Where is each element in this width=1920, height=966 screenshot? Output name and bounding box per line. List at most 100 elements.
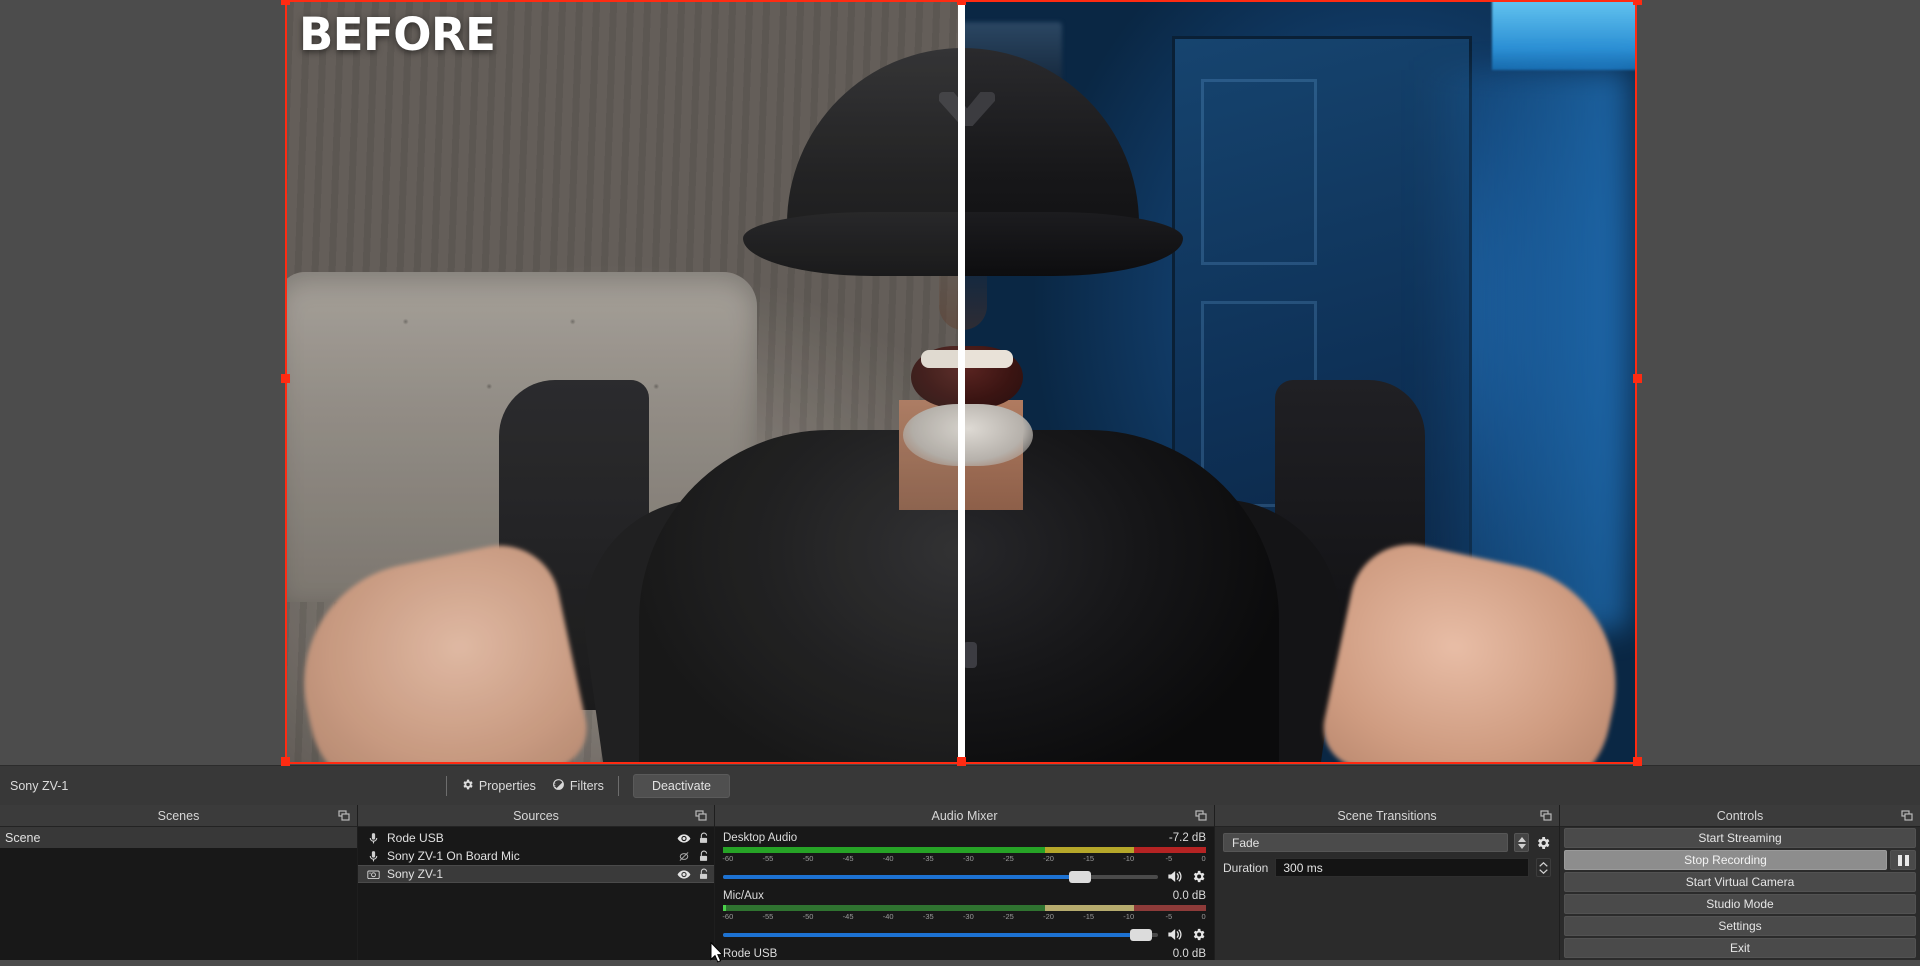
settings-button[interactable]: Settings: [1564, 916, 1916, 936]
exit-button[interactable]: Exit: [1564, 938, 1916, 958]
sources-dock-title: Sources: [358, 805, 714, 827]
mixer-channel-header: Desktop Audio -7.2 dB: [723, 832, 1206, 844]
transition-type-select[interactable]: Fade: [1223, 833, 1508, 852]
hand-left: [287, 534, 594, 762]
resize-handle-top-left[interactable]: [281, 0, 290, 5]
scenes-dock: Scenes Scene: [0, 805, 358, 960]
scene-transitions-body: Fade Duration 300 ms: [1215, 827, 1559, 960]
scenes-list[interactable]: Scene: [0, 827, 357, 960]
meter-tick: -25: [1003, 912, 1014, 921]
transition-stepper[interactable]: [1514, 833, 1529, 852]
unlock-icon[interactable]: [698, 850, 710, 863]
studio-mode-button[interactable]: Studio Mode: [1564, 894, 1916, 914]
volume-meter: [723, 905, 1206, 911]
baseball-cap: [743, 48, 961, 276]
before-after-split-line: [958, 0, 965, 762]
preview-area[interactable]: BEFORE: [0, 0, 1920, 766]
filters-button[interactable]: Filters: [544, 774, 612, 798]
eye-icon[interactable]: [677, 868, 691, 881]
mixer-channel: Mic/Aux 0.0 dB -60 -55 -50 -45 -40 -35 -…: [715, 884, 1214, 942]
source-name: Sony ZV-1 On Board Mic: [387, 849, 520, 863]
meter-tick: -40: [882, 912, 894, 921]
mixer-channel-name: Desktop Audio: [723, 832, 798, 844]
gear-icon[interactable]: [1535, 835, 1551, 851]
start-virtual-camera-button[interactable]: Start Virtual Camera: [1564, 872, 1916, 892]
resize-handle-bottom-left[interactable]: [281, 757, 290, 766]
popout-icon[interactable]: [338, 810, 350, 821]
meter-tick: -60: [722, 854, 734, 863]
source-name: Sony ZV-1: [387, 867, 444, 881]
popout-icon[interactable]: [1901, 810, 1913, 821]
meter-tick: -15: [1083, 912, 1095, 921]
duration-stepper[interactable]: [1536, 858, 1551, 877]
deactivate-button[interactable]: Deactivate: [632, 773, 730, 798]
subject-before: [287, 0, 961, 762]
toolbar-divider-2: [617, 775, 619, 796]
volume-slider[interactable]: [723, 928, 1158, 941]
sources-dock: Sources Rode USB Sony ZV-1 On Board Mic …: [358, 805, 715, 960]
eye-hidden-icon[interactable]: [677, 850, 691, 863]
mouse-pointer-icon: [710, 941, 724, 966]
mixer-channel-name: Mic/Aux: [723, 890, 764, 902]
mixer-fader-row: [723, 869, 1206, 884]
preview-after-half: AFTER: [961, 0, 1635, 762]
teeth: [961, 350, 1013, 368]
properties-button[interactable]: Properties: [453, 774, 544, 798]
camera-icon: [367, 868, 380, 881]
scene-list-item[interactable]: Scene: [0, 827, 357, 848]
meter-tick: -50: [802, 854, 814, 863]
meter-tick: -35: [922, 912, 934, 921]
mixer-channel-db: 0.0 dB: [1172, 890, 1206, 902]
resize-handle-middle-left[interactable]: [281, 374, 290, 383]
audio-mixer-channels[interactable]: Desktop Audio -7.2 dB -60 -55 -50 -45 -4…: [715, 827, 1214, 960]
meter-tick: -35: [922, 854, 934, 863]
subject-after: [961, 0, 1635, 762]
meter-tick: -10: [1123, 912, 1135, 921]
unlock-icon[interactable]: [698, 868, 710, 881]
gear-icon[interactable]: [1191, 869, 1206, 884]
audio-mixer-title-label: Audio Mixer: [931, 808, 998, 823]
resize-handle-bottom-right[interactable]: [1633, 757, 1642, 766]
dock-row: Scenes Scene Sources Rode USB Sony ZV-1 …: [0, 805, 1920, 960]
sources-list[interactable]: Rode USB Sony ZV-1 On Board Mic Sony ZV-…: [358, 827, 714, 960]
mixer-fader-row: [723, 927, 1206, 942]
meter-tick: -15: [1083, 854, 1095, 863]
controls-dock: Controls Start Streaming Stop Recording …: [1560, 805, 1920, 960]
overlay-label-before: BEFORE: [299, 8, 496, 61]
mixer-channel-header: Mic/Aux 0.0 dB: [723, 890, 1206, 902]
meter-scale: -60 -55 -50 -45 -40 -35 -30 -25 -20 -15 …: [722, 854, 1206, 865]
meter-tick: -10: [1123, 854, 1135, 863]
speaker-on-icon[interactable]: [1166, 869, 1183, 884]
source-list-item[interactable]: Sony ZV-1 On Board Mic: [358, 847, 714, 865]
resize-handle-bottom-center[interactable]: [957, 757, 966, 766]
scene-name: Scene: [5, 830, 41, 845]
duration-input[interactable]: 300 ms: [1275, 858, 1529, 877]
gear-icon[interactable]: [1191, 927, 1206, 942]
start-streaming-button[interactable]: Start Streaming: [1564, 828, 1916, 848]
speaker-on-icon[interactable]: [1166, 927, 1183, 942]
baseball-cap: [961, 48, 1183, 276]
popout-icon[interactable]: [1540, 810, 1552, 821]
controls-buttons: Start Streaming Stop Recording Start Vir…: [1560, 827, 1920, 960]
microphone-icon: [367, 832, 380, 845]
duration-value: 300 ms: [1283, 860, 1323, 875]
resize-handle-middle-right[interactable]: [1633, 374, 1642, 383]
unlock-icon[interactable]: [698, 832, 710, 845]
filters-icon: [552, 778, 565, 794]
stop-recording-button[interactable]: Stop Recording: [1564, 850, 1887, 870]
source-list-item[interactable]: Sony ZV-1: [358, 865, 714, 883]
resize-handle-top-center[interactable]: [957, 0, 966, 5]
volume-slider[interactable]: [723, 870, 1158, 883]
popout-icon[interactable]: [1195, 810, 1207, 821]
scenes-dock-title: Scenes: [0, 805, 357, 827]
meter-tick: -5: [1165, 912, 1173, 921]
duration-label: Duration: [1223, 860, 1269, 875]
meter-peak-indicator: [723, 905, 726, 911]
resize-handle-top-right[interactable]: [1633, 0, 1642, 5]
eye-icon[interactable]: [677, 832, 691, 845]
program-preview-canvas[interactable]: BEFORE: [287, 0, 1635, 762]
pause-recording-button[interactable]: [1890, 850, 1916, 870]
scene-transitions-title-label: Scene Transitions: [1337, 808, 1437, 823]
popout-icon[interactable]: [695, 810, 707, 821]
source-list-item[interactable]: Rode USB: [358, 829, 714, 847]
